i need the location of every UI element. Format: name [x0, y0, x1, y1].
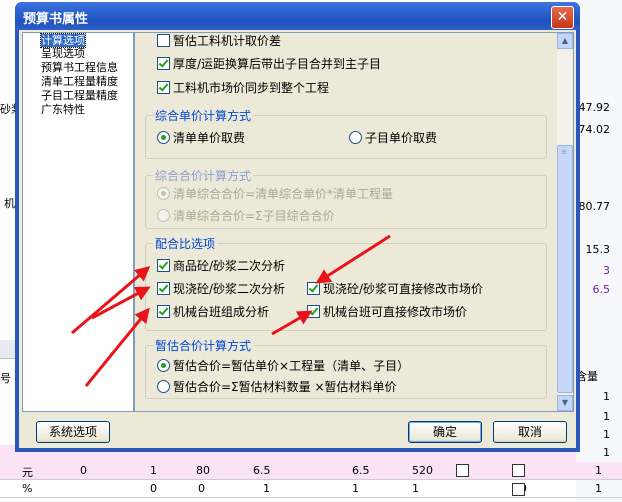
radio-bill-unit-price[interactable] [157, 131, 170, 144]
dialog-titlebar[interactable]: 预算书属性 ✕ [15, 2, 580, 30]
group-title-unit-price: 综合单价计算方式 [153, 107, 254, 124]
label-commercial-concrete: 商品砼/砂浆二次分析 [173, 259, 286, 273]
label-merge-to-main: 厚度/运距换算后带出子目合并到主子目 [173, 57, 382, 71]
bg-value: 3 [603, 264, 610, 277]
tree-item-display-options[interactable]: 呈现选项 [41, 47, 85, 60]
scroll-thumb[interactable] [557, 145, 573, 393]
options-scrollbar[interactable]: ▲ ≡ ▼ [557, 33, 573, 411]
bg-value: 1 [603, 410, 610, 423]
tree-item-bill-precision[interactable]: 清单工程量精度 [41, 75, 118, 88]
radio-item-unit-price[interactable] [349, 131, 362, 144]
bg-value: 47.92 [578, 101, 611, 114]
options-tree[interactable]: 计算选项 呈现选项 预算书工程信息 清单工程量精度 子目工程量精度 广东特性 [22, 32, 134, 412]
options-panel: 暂估工料机计取价差 厚度/运距换算后带出子目合并到主子目 工料机市场价同步到整个… [134, 32, 574, 412]
checkbox-merge-to-main[interactable] [157, 57, 170, 70]
checkbox-cast-concrete-edit[interactable] [307, 282, 320, 295]
group-title-total-price: 综合合价计算方式 [153, 167, 254, 184]
bg-fragment: 机 [4, 197, 15, 210]
label-item-unit-price: 子目单价取费 [365, 131, 438, 145]
checkbox-sync-market-price[interactable] [157, 81, 170, 94]
bg-value: 15.3 [585, 243, 611, 256]
label-estimate-price-diff: 暂估工料机计取价差 [173, 34, 282, 48]
bg-value: 74.02 [578, 123, 611, 136]
checkbox-machine-edit[interactable] [307, 305, 320, 318]
properties-dialog: 预算书属性 ✕ 计算选项 呈现选项 预算书工程信息 清单工程量精度 子目工程量精… [15, 2, 580, 452]
bg-value: 6.5 [592, 283, 611, 296]
bg-fragment: 号 [0, 372, 11, 385]
scroll-grip-icon: ≡ [561, 148, 567, 156]
close-icon[interactable]: ✕ [551, 6, 574, 29]
bg-value: 1 [603, 446, 610, 459]
row-checkbox[interactable] [456, 464, 469, 477]
group-title-estimate: 暂估合价计算方式 [153, 337, 254, 354]
label-machine-analysis: 机械台班组成分析 [173, 305, 270, 319]
scroll-down-icon[interactable]: ▼ [557, 395, 573, 411]
system-options-button[interactable]: 系统选项 [36, 421, 110, 443]
radio-estimate-unit[interactable] [157, 359, 170, 372]
bg-value: 1 [603, 428, 610, 441]
label-total-bill: 清单综合合价=清单综合单价*清单工程量 [173, 187, 394, 201]
checkbox-cast-concrete[interactable] [157, 282, 170, 295]
label-total-sum: 清单综合合价=Σ子目综合合价 [173, 209, 335, 223]
group-title-mix-options: 配合比选项 [153, 235, 218, 252]
tree-item-calc-options[interactable]: 计算选项 [40, 33, 86, 48]
table-row: 元 0 1 80 6.5 6.5 520 1 [0, 462, 622, 480]
label-cast-concrete: 现浇砼/砂浆二次分析 [173, 282, 286, 296]
label-bill-unit-price: 清单单价取费 [173, 131, 246, 145]
checkbox-machine-analysis[interactable] [157, 305, 170, 318]
checkbox-estimate-price-diff[interactable] [157, 34, 170, 47]
dialog-client: 计算选项 呈现选项 预算书工程信息 清单工程量精度 子目工程量精度 广东特性 暂… [19, 30, 576, 448]
radio-total-sum[interactable] [157, 209, 170, 222]
label-estimate-unit: 暂估合价=暂估单价×工程量（清单、子目） [173, 359, 410, 373]
radio-total-bill[interactable] [157, 187, 170, 200]
ok-button[interactable]: 确定 [408, 421, 482, 443]
table-row: % 0 0 1 1 1 0 1 [0, 480, 622, 498]
cancel-button[interactable]: 取消 [493, 421, 567, 443]
bg-value: 80.77 [578, 200, 611, 213]
radio-estimate-sum[interactable] [157, 380, 170, 393]
checkbox-commercial-concrete[interactable] [157, 259, 170, 272]
label-estimate-sum: 暂估合价=Σ暂估材料数量 ×暂估材料单价 [173, 380, 397, 394]
bg-right-column: 47.92 74.02 80.77 15.3 3 6.5 含量 1 1 1 1 [576, 0, 622, 502]
label-machine-edit: 机械台班可直接修改市场价 [323, 305, 468, 319]
tree-item-item-precision[interactable]: 子目工程量精度 [41, 89, 118, 102]
tree-item-project-info[interactable]: 预算书工程信息 [41, 61, 118, 74]
label-sync-market-price: 工料机市场价同步到整个工程 [173, 81, 330, 95]
scroll-up-icon[interactable]: ▲ [557, 33, 573, 49]
tree-item-guangdong[interactable]: 广东特性 [41, 103, 85, 116]
label-cast-concrete-edit: 现浇砼/砂浆可直接修改市场价 [323, 282, 484, 296]
row-checkbox[interactable] [512, 464, 525, 477]
dialog-title: 预算书属性 [23, 12, 89, 27]
bg-value: 1 [603, 390, 610, 403]
row-checkbox[interactable] [512, 483, 525, 496]
